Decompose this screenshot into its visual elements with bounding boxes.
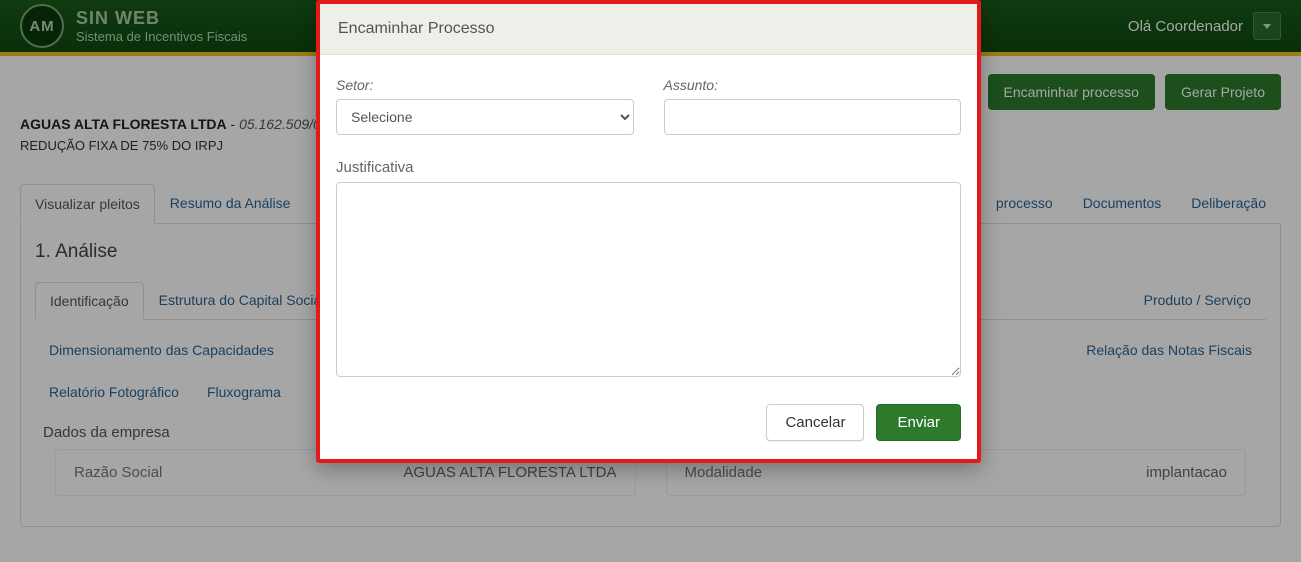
- assunto-input[interactable]: [664, 99, 962, 135]
- encaminhar-processo-modal: Encaminhar Processo Setor: Selecione Ass…: [316, 0, 981, 463]
- cancel-button[interactable]: Cancelar: [766, 404, 864, 441]
- setor-select[interactable]: Selecione: [336, 99, 634, 135]
- justificativa-label: Justificativa: [336, 159, 961, 176]
- assunto-label: Assunto:: [664, 77, 962, 93]
- submit-button[interactable]: Enviar: [876, 404, 961, 441]
- setor-label: Setor:: [336, 77, 634, 93]
- justificativa-textarea[interactable]: [336, 182, 961, 377]
- modal-title: Encaminhar Processo: [320, 4, 977, 55]
